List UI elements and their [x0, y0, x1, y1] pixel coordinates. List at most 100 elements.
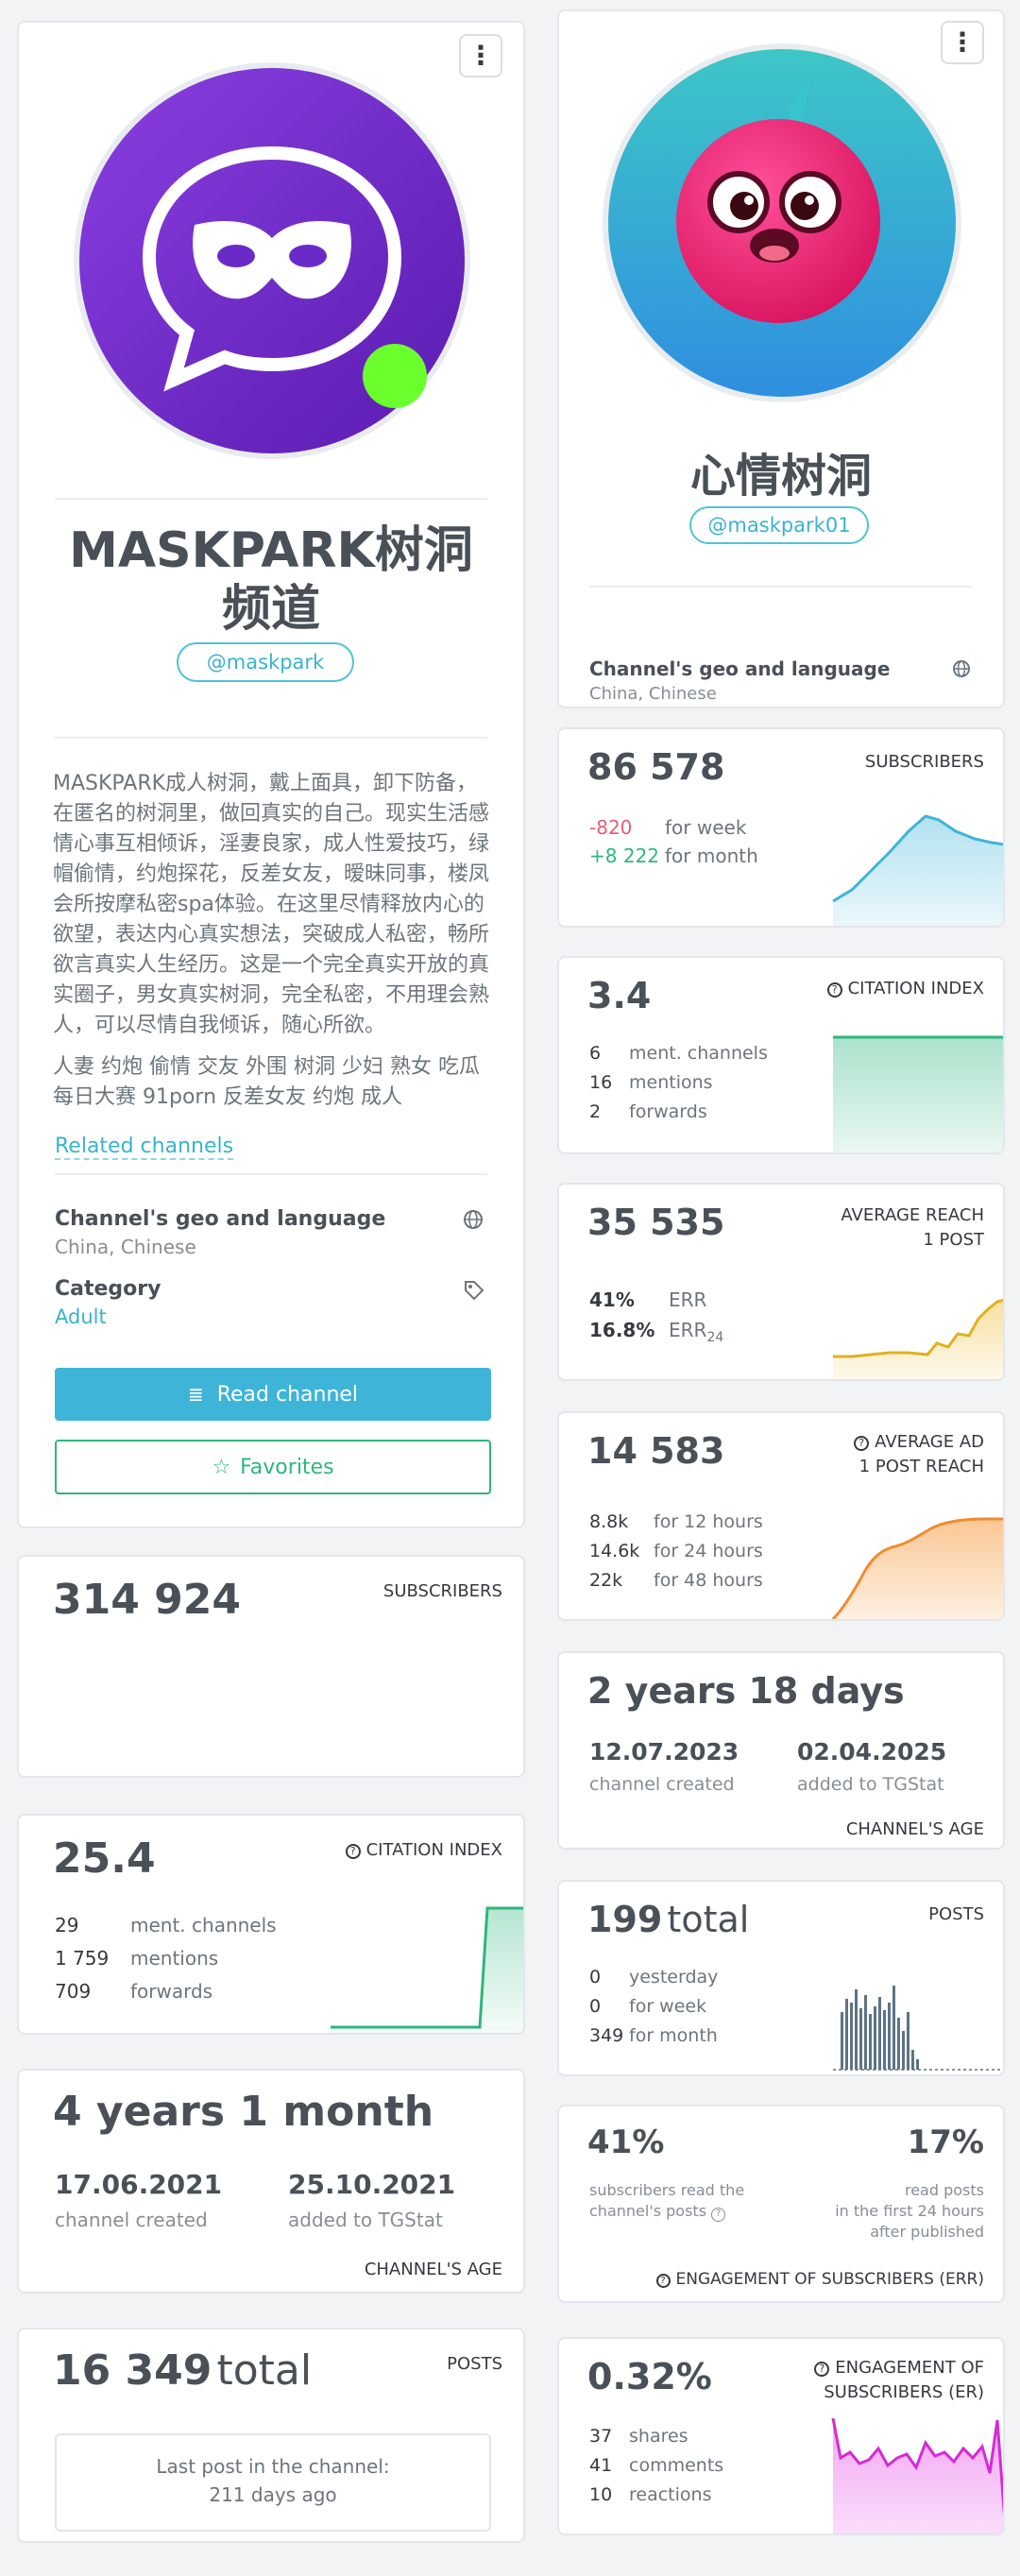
posts-bar	[874, 2006, 876, 2070]
er-row-shares: 37 shares	[589, 2426, 688, 2447]
subscribers-sparkline	[832, 814, 1003, 926]
err-24h-desc-line1: read posts	[904, 2181, 984, 2199]
citation-index-label-text: CITATION INDEX	[366, 1840, 502, 1860]
info-icon[interactable]: ?	[826, 982, 842, 998]
err-24h-value: 17%	[907, 2124, 984, 2161]
posts-total: 16 349 total	[53, 2346, 312, 2395]
posts-bar	[859, 2008, 862, 2070]
info-icon[interactable]: ?	[655, 2274, 671, 2288]
ad-reach-48h-value: 22k	[589, 1570, 623, 1591]
info-icon[interactable]: ?	[711, 2208, 726, 2222]
citation-forwards-value: 709	[55, 1980, 92, 2003]
citation-channels-value-2: 6	[589, 1043, 602, 1064]
posts-yesterday-value: 0	[589, 1967, 602, 1987]
geo-language-label: Channel's geo and language	[55, 1207, 386, 1231]
subscribers-week-value: -820	[589, 816, 633, 839]
err-subscribers-desc-line1: subscribers read the	[589, 2181, 745, 2199]
geo-language-value-2: China, Chinese	[589, 684, 717, 704]
err-subscribers-desc-line2: channel's posts	[589, 2202, 707, 2220]
citation-channels-value: 29	[55, 1914, 79, 1936]
read-channel-button[interactable]: ≣ Read channel	[55, 1368, 491, 1421]
er-reactions-label: reactions	[629, 2484, 712, 2505]
citation-index-label-text-2: CITATION INDEX	[847, 979, 984, 998]
favorites-button-label: Favorites	[240, 1455, 334, 1479]
ad-reach-row-24h: 14.6k for 24 hours	[589, 1541, 763, 1561]
related-channels-link[interactable]: Related channels	[55, 1134, 234, 1160]
er-reactions-value: 10	[589, 2484, 613, 2505]
citation-row-channels-2: 6 ment. channels	[589, 1043, 768, 1064]
globe-icon	[953, 660, 970, 677]
last-post-box: Last post in the channel: 211 days ago	[55, 2433, 491, 2532]
channel-profile-card: ⋮ MASKPARK树洞 频道 @maskpark MASKPARK成人树洞，戴…	[17, 21, 525, 1528]
channel-title-line2: 频道	[221, 581, 320, 638]
citation-mentions-label-2: mentions	[629, 1072, 713, 1093]
average-reach-label: AVERAGE REACH 1 POST	[841, 1203, 984, 1253]
citation-row-mentions: 1 759 mentions	[55, 1947, 218, 1970]
ad-reach-24h-value: 14.6k	[589, 1541, 640, 1561]
citation-mentions-value-2: 16	[589, 1072, 613, 1093]
posts-month-label: for month	[629, 2025, 718, 2046]
posts-total-value: 16 349	[53, 2346, 212, 2395]
er-row-comments: 41 comments	[589, 2455, 723, 2476]
err-row: 41% ERR	[589, 1288, 706, 1311]
er-comments-label: comments	[629, 2455, 724, 2476]
subscribers-week-row: -820 for week	[589, 816, 746, 839]
channel-description: MASKPARK成人树洞，戴上面具，卸下防备，在匿名的树洞里，做回真实的自己。现…	[53, 772, 490, 1037]
citation-index-label-2: ? CITATION INDEX	[826, 977, 984, 1001]
added-tgstat-label-2: added to TGStat	[797, 1774, 944, 1795]
citation-channels-label-2: ment. channels	[629, 1043, 768, 1064]
citation-index-card-2: 3.4 ? CITATION INDEX 6 ment. channels 16 me…	[557, 956, 1005, 1154]
citation-index-card: 25.4 ? CITATION INDEX 29 ment. channels 1 …	[17, 1814, 525, 2035]
citation-index-label: ? CITATION INDEX	[345, 1838, 502, 1863]
added-tgstat-date: 25.10.2021	[288, 2169, 456, 2200]
channel-profile-card-2: ⋮ 心情树洞 @maskpark01 Channel's geo and lan…	[557, 9, 1005, 708]
channel-handle-2[interactable]: @maskpark01	[689, 506, 869, 544]
channel-age-label-2: CHANNEL'S AGE	[845, 1819, 984, 1839]
posts-row-yesterday: 0 yesterday	[589, 1967, 718, 1987]
list-icon: ≣	[187, 1383, 204, 1406]
average-ad-reach-card: 14 583 ? AVERAGE AD 1 POST REACH 8.8k for …	[557, 1411, 1005, 1621]
er-label-line2: SUBSCRIBERS (ER)	[824, 2382, 984, 2402]
subscribers-card: 314 924 SUBSCRIBERS	[17, 1555, 525, 1778]
channel-age-value: 4 years 1 month	[53, 2088, 434, 2136]
posts-label-2: POSTS	[928, 1904, 984, 1924]
citation-forwards-value-2: 2	[589, 1101, 602, 1122]
average-ad-reach-sparkline	[831, 1517, 1003, 1619]
average-ad-reach-label: ? AVERAGE AD 1 POST REACH	[854, 1430, 984, 1479]
posts-total-value-2: 199	[587, 1899, 663, 1940]
posts-week-label: for week	[629, 1996, 707, 2017]
citation-row-channels: 29 ment. channels	[55, 1914, 277, 1936]
posts-bar	[892, 1986, 895, 2070]
citation-row-mentions-2: 16 mentions	[589, 1072, 713, 1093]
citation-row-forwards-2: 2 forwards	[589, 1101, 707, 1122]
info-icon[interactable]: ?	[854, 1436, 870, 1451]
citation-mentions-value: 1 759	[55, 1947, 110, 1970]
channel-created-label-2: channel created	[589, 1774, 735, 1795]
err-24h-desc: read posts in the first 24 hours after p…	[835, 2180, 984, 2243]
posts-bar	[855, 1989, 858, 2070]
citation-sparkline	[331, 1906, 523, 2033]
category-value[interactable]: Adult	[55, 1305, 107, 1328]
ad-reach-row-12h: 8.8k for 12 hours	[589, 1511, 763, 1532]
read-channel-button-label: Read channel	[216, 1382, 359, 1407]
average-ad-reach-value: 14 583	[587, 1430, 725, 1472]
posts-bar	[864, 1995, 867, 2070]
channel-handle[interactable]: @maskpark	[177, 642, 354, 682]
channel-created-date: 17.06.2021	[55, 2169, 223, 2200]
posts-total-suffix: total	[216, 2346, 313, 2395]
average-reach-label-line1: AVERAGE REACH	[841, 1205, 984, 1225]
err24-row: 16.8% ERR24	[589, 1319, 723, 1345]
posts-bar-chart	[833, 1986, 1003, 2071]
favorites-button[interactable]: ☆ Favorites	[55, 1440, 491, 1494]
posts-yesterday-label: yesterday	[629, 1967, 719, 1987]
info-icon[interactable]: ?	[814, 2362, 830, 2377]
er-value: 0.32%	[587, 2356, 712, 2397]
posts-row-week: 0 for week	[589, 1996, 706, 2017]
posts-total-2: 199 total	[587, 1899, 749, 1940]
posts-bar	[907, 2012, 910, 2070]
er-sparkline	[831, 2417, 1003, 2533]
info-icon[interactable]: ?	[345, 1844, 361, 1859]
channel-title: MASKPARK树洞 频道	[38, 521, 504, 639]
channel-age-card: 4 years 1 month 17.06.2021 channel creat…	[17, 2069, 525, 2294]
posts-bar	[883, 2010, 886, 2070]
